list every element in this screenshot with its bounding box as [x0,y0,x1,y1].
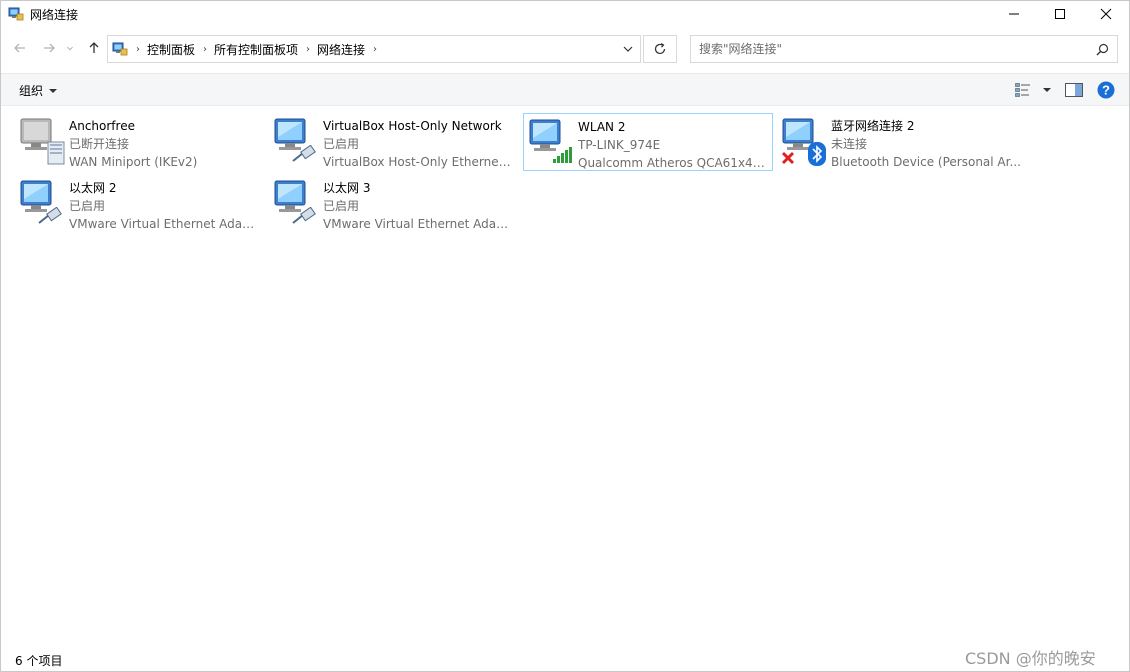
svg-text:?: ? [1102,83,1110,98]
network-adapter-icon [17,115,65,165]
network-folder-icon [8,7,24,21]
back-button[interactable] [11,39,29,57]
network-adapter-icon [17,177,65,227]
watermark: CSDN @你的晚安 [965,649,1096,668]
address-bar[interactable]: › 控制面板 › 所有控制面板项 › 网络连接 › [107,35,641,63]
network-adapter-icon [779,115,827,166]
network-adapter-icon [271,177,319,227]
chevron-right-icon[interactable]: › [306,44,310,55]
chevron-down-icon[interactable] [622,43,634,55]
caret-down-icon[interactable] [1043,86,1051,94]
connection-name: 以太网 2 [69,181,117,195]
chevron-right-icon[interactable]: › [136,44,140,55]
ethernet-cable-icon [292,207,316,224]
arrow-up-icon [89,42,99,53]
connection-name: Anchorfree [69,119,135,133]
network-adapter-icon [271,115,319,165]
connection-text: 以太网 3 已启用 VMware Virtual Ethernet Adap..… [323,179,515,233]
connection-text: 以太网 2 已启用 VMware Virtual Ethernet Adap..… [69,179,261,233]
minimize-button[interactable] [991,1,1037,27]
connection-text: VirtualBox Host-Only Network 已启用 Virtual… [323,117,515,171]
connection-item-bluetooth[interactable]: 蓝牙网络连接 2 未连接 Bluetooth Device (Personal … [777,113,1027,171]
chevron-right-icon[interactable]: › [203,44,207,55]
connection-text: Anchorfree 已断开连接 WAN Miniport (IKEv2) [69,117,261,171]
connection-status: 已启用 [69,199,106,213]
forward-button[interactable] [40,39,58,57]
chevron-right-icon[interactable]: › [373,44,377,55]
connection-device: Qualcomm Atheros QCA61x4A... [578,156,770,170]
connection-text: 蓝牙网络连接 2 未连接 Bluetooth Device (Personal … [831,117,1023,171]
ethernet-cable-icon [292,145,316,162]
window-controls [991,1,1129,27]
view-tools: ? [1001,81,1115,99]
connection-item-ethernet-2[interactable]: 以太网 2 已启用 VMware Virtual Ethernet Adap..… [15,175,265,233]
connection-name: 以太网 3 [323,181,371,195]
connection-name: WLAN 2 [578,120,626,134]
close-button[interactable] [1083,1,1129,27]
maximize-icon [1055,9,1065,19]
connection-status: 已启用 [323,199,360,213]
preview-pane-button[interactable] [1065,83,1083,97]
organize-menu-button[interactable]: 组织 [19,82,58,99]
help-icon: ? [1097,81,1115,99]
search-input[interactable] [699,42,1089,56]
breadcrumb-network-connections[interactable]: 网络连接 [317,41,365,58]
maximize-button[interactable] [1037,1,1083,27]
command-bar: 组织 ? [1,73,1129,106]
close-icon [1100,8,1112,20]
ethernet-cable-icon [38,207,62,224]
chevron-down-icon [67,46,73,51]
connection-name: VirtualBox Host-Only Network [323,119,502,133]
connection-device: VMware Virtual Ethernet Adap... [69,217,261,231]
title-bar: 网络连接 [1,1,1129,27]
connection-status: 已断开连接 [69,137,130,151]
network-connections-window: 网络连接 › 控制面板 › 所有控制面板项 › 网络连接 › 搜索"网络连接" … [0,0,1130,672]
refresh-icon [654,42,666,55]
connection-item-virtualbox[interactable]: VirtualBox Host-Only Network 已启用 Virtual… [269,113,519,171]
organize-label: 组织 [19,84,44,98]
wan-device-icon [47,141,65,165]
connection-device: WAN Miniport (IKEv2) [69,155,198,169]
refresh-button[interactable] [643,35,677,63]
connection-text: WLAN 2 TP-LINK_974E Qualcomm Atheros QCA… [578,118,770,170]
connection-device: Bluetooth Device (Personal Ar... [831,155,1021,169]
connection-item-ethernet-3[interactable]: 以太网 3 已启用 VMware Virtual Ethernet Adap..… [269,175,519,233]
up-button[interactable] [85,39,103,57]
connection-status: 未连接 [831,137,868,151]
navigation-bar: › 控制面板 › 所有控制面板项 › 网络连接 › [1,31,1129,67]
recent-locations-button[interactable] [64,39,76,57]
search-box[interactable] [690,35,1118,63]
connection-device: VMware Virtual Ethernet Adap... [323,217,515,231]
disconnected-x-icon [781,151,795,165]
item-count: 6 个项目 [15,654,63,668]
connection-device: VirtualBox Host-Only Ethernet ... [323,155,515,169]
connection-name: 蓝牙网络连接 2 [831,119,915,133]
arrow-right-icon [44,43,55,53]
connections-list: Anchorfree 已断开连接 WAN Miniport (IKEv2) Vi… [1,107,1129,647]
network-folder-icon [112,42,128,56]
connection-item-anchorfree[interactable]: Anchorfree 已断开连接 WAN Miniport (IKEv2) [15,113,265,171]
window-title: 网络连接 [30,7,79,22]
help-button[interactable]: ? [1097,81,1115,99]
breadcrumb-all-control-panel-items[interactable]: 所有控制面板项 [214,41,298,58]
search-icon[interactable] [1096,43,1109,56]
change-view-button[interactable] [1015,83,1051,97]
wifi-signal-icon [553,147,572,163]
connection-status: TP-LINK_974E [578,138,661,152]
connection-item-wlan-2[interactable]: WLAN 2 TP-LINK_974E Qualcomm Atheros QCA… [523,113,773,171]
minimize-icon [1009,13,1019,15]
network-adapter-icon [526,116,574,166]
view-details-icon [1015,83,1030,97]
preview-pane-icon [1065,83,1083,97]
arrow-left-icon [14,43,25,53]
caret-down-icon [49,88,58,93]
bluetooth-icon [808,142,826,166]
breadcrumb-control-panel[interactable]: 控制面板 [147,41,195,58]
connection-status: 已启用 [323,137,360,151]
